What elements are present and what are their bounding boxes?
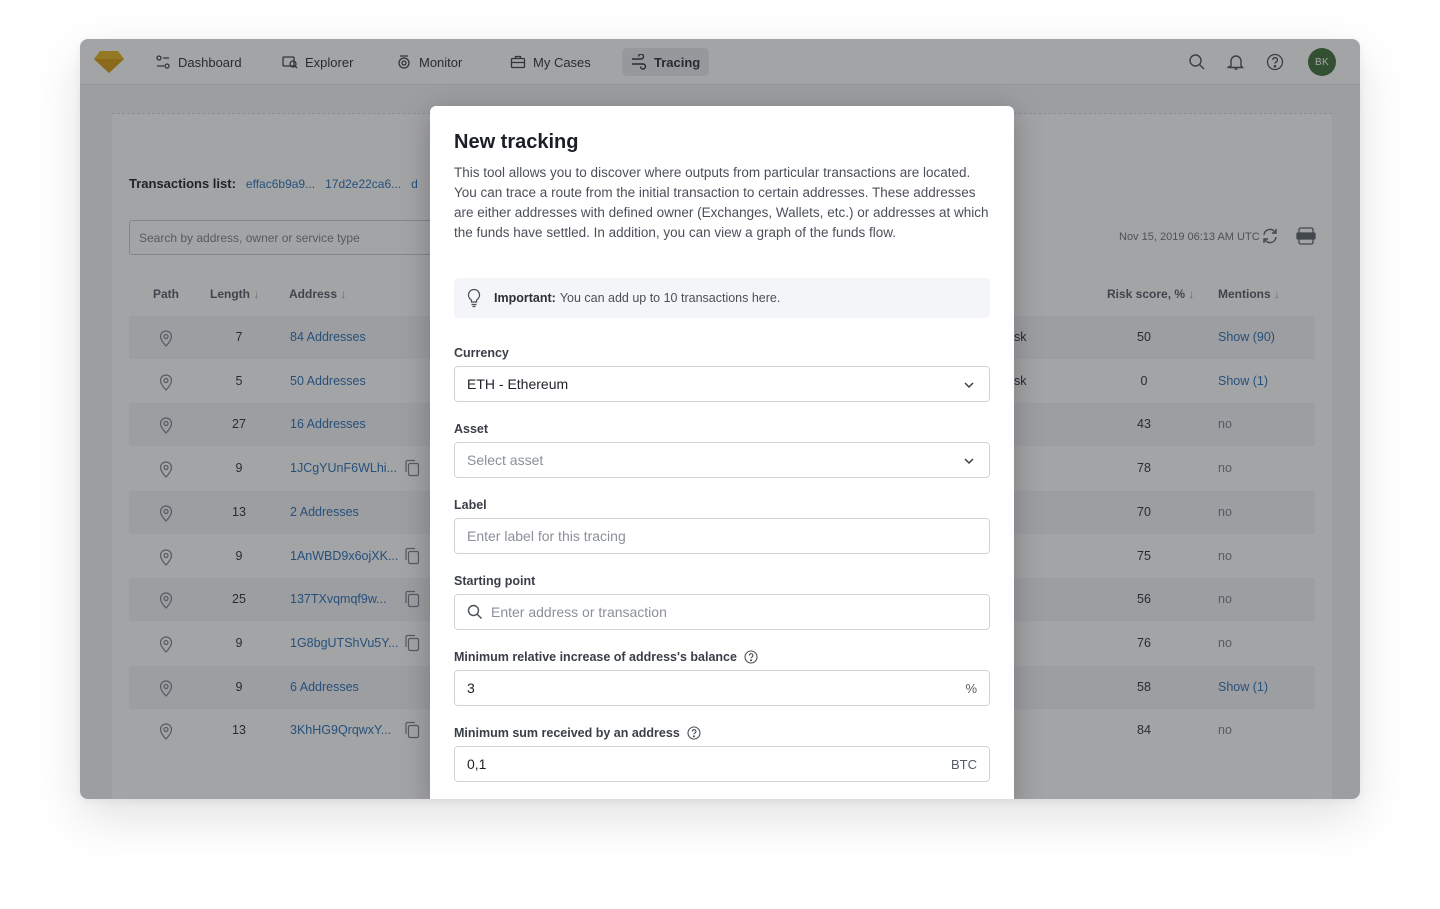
chevron-down-icon [964,458,974,465]
help-icon[interactable] [744,650,758,664]
lightbulb-icon [467,288,481,308]
search-icon [467,604,482,619]
notice-bold: Important: [494,291,556,305]
btc-unit: BTC [951,757,977,772]
asset-label: Asset [454,422,489,436]
min-increase-value: 3 [467,680,475,696]
tracing-label-input[interactable]: Enter label for this tracing [454,518,990,554]
min-sum-label-text: Minimum sum received by an address [454,726,680,740]
notice-text: You can add up to 10 transactions here. [559,291,781,305]
min-increase-input[interactable]: 3 % [454,670,990,706]
currency-value: ETH - Ethereum [467,376,569,392]
new-tracking-modal: New tracking This tool allows you to dis… [430,106,1014,799]
min-sum-label: Minimum sum received by an address [454,726,701,740]
min-increase-label-text: Minimum relative increase of address's b… [454,650,737,664]
help-icon[interactable] [687,726,701,740]
modal-description: This tool allows you to discover where o… [454,165,989,240]
modal-title: New tracking [454,131,579,153]
asset-select[interactable]: Select asset [454,442,990,478]
starting-point-placeholder: Enter address or transaction [491,604,667,620]
starting-point-label: Starting point [454,574,536,588]
tracing-label-label: Label [454,498,487,512]
currency-label: Currency [454,346,509,360]
important-notice: Important: You can add up to 10 transact… [454,278,990,318]
tracing-label-placeholder: Enter label for this tracing [467,528,626,544]
min-increase-label: Minimum relative increase of address's b… [454,650,758,664]
app-window: Dashboard Explorer Monitor My Cases Trac… [80,39,1360,799]
starting-point-input[interactable]: Enter address or transaction [454,594,990,630]
currency-select[interactable]: ETH - Ethereum [454,366,990,402]
min-sum-value: 0,1 [467,756,487,772]
chevron-down-icon [964,382,974,389]
percent-unit: % [965,681,977,696]
min-sum-input[interactable]: 0,1 BTC [454,746,990,782]
asset-placeholder: Select asset [467,452,544,468]
